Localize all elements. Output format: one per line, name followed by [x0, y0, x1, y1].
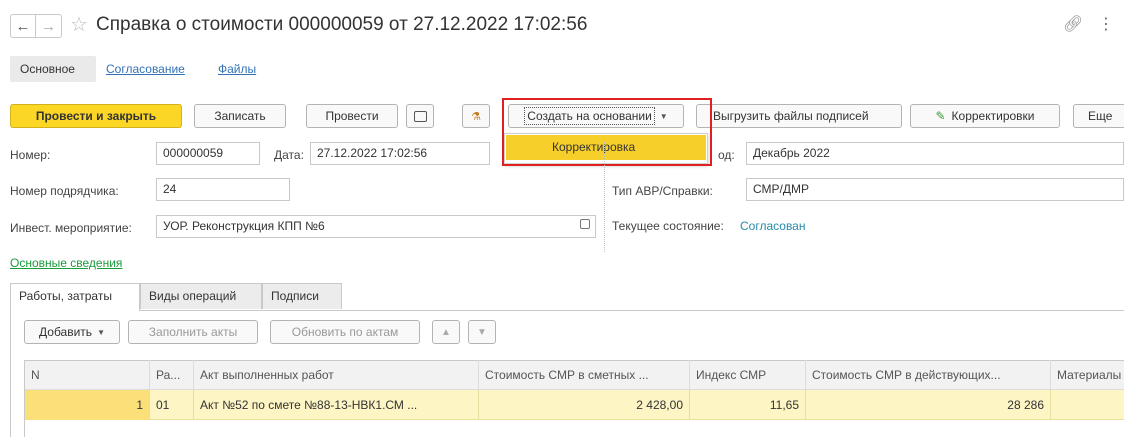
contractor-number-label: Номер подрядчика: — [10, 184, 119, 198]
cell-n[interactable]: 1 — [25, 390, 150, 420]
post-and-close-button[interactable]: Провести и закрыть — [10, 104, 182, 128]
basic-info-link[interactable]: Основные сведения — [10, 256, 122, 270]
forward-button[interactable]: → — [36, 14, 62, 38]
post-button[interactable]: Провести — [306, 104, 398, 128]
column-header-cost-estimate[interactable]: Стоимость СМР в сметных ... — [479, 360, 690, 390]
export-signatures-label: Выгрузить файлы подписей — [713, 109, 869, 123]
tab-works-costs[interactable]: Работы, затраты — [10, 283, 140, 311]
state-value[interactable]: Согласован — [740, 219, 805, 233]
back-button[interactable]: ← — [10, 14, 36, 38]
corrections-label: Корректировки — [951, 109, 1035, 123]
cell-materials[interactable] — [1051, 390, 1124, 420]
number-field[interactable]: 000000059 — [156, 142, 260, 165]
more-button[interactable]: Еще — [1073, 104, 1124, 128]
number-label: Номер: — [10, 148, 51, 162]
chevron-down-icon: ▼ — [97, 327, 105, 337]
tab-operation-types[interactable]: Виды операций — [140, 283, 262, 309]
contractor-number-field[interactable]: 24 — [156, 178, 290, 201]
section-tab-main-label: Основное — [20, 62, 75, 76]
invest-event-label: Инвест. мероприятие: — [10, 221, 132, 235]
comment-button[interactable] — [406, 104, 434, 128]
date-field[interactable]: 27.12.2022 17:02:56 — [310, 142, 490, 165]
speech-bubble-icon — [413, 110, 427, 122]
page-title: Справка о стоимости 000000059 от 27.12.2… — [96, 14, 588, 35]
highlight-box — [502, 98, 712, 166]
form-divider — [604, 142, 605, 252]
hierarchy-icon: ⚗ — [471, 110, 481, 123]
more-label: Еще — [1088, 109, 1113, 123]
arrow-up-icon: ▲ — [441, 326, 451, 338]
arrow-left-icon: ← — [15, 17, 31, 35]
period-field[interactable]: Декабрь 2022 — [746, 142, 1124, 165]
column-header-act[interactable]: Акт выполненных работ — [194, 360, 479, 390]
cell-section[interactable]: 01 — [150, 390, 194, 420]
invest-event-field[interactable]: УОР. Реконструкция КПП №6 — [156, 215, 596, 238]
column-header-n[interactable]: N — [25, 360, 150, 390]
section-tab-approval[interactable]: Согласование — [106, 62, 185, 76]
corrections-button[interactable]: ✎ Корректировки — [910, 104, 1060, 128]
save-button[interactable]: Записать — [194, 104, 286, 128]
section-tab-files[interactable]: Файлы — [218, 62, 256, 76]
type-field[interactable]: СМР/ДМР — [746, 178, 1124, 201]
more-menu-icon[interactable]: ⋮ — [1098, 14, 1114, 34]
cell-act[interactable]: Акт №52 по смете №88-13-НВК1.СМ ... — [194, 390, 479, 420]
period-label: од: — [718, 148, 735, 162]
export-signatures-button[interactable]: Выгрузить файлы подписей — [696, 104, 902, 128]
move-down-button[interactable]: ▼ — [468, 320, 496, 344]
column-header-materials[interactable]: Материалы — [1051, 360, 1124, 390]
arrow-right-icon: → — [41, 17, 56, 35]
arrow-down-icon: ▼ — [477, 326, 487, 338]
column-header-cost-current[interactable]: Стоимость СМР в действующих... — [806, 360, 1051, 390]
link-icon[interactable]: 🔗︎ — [1063, 14, 1083, 34]
invest-event-value: УОР. Реконструкция КПП №6 — [163, 219, 325, 233]
cell-index[interactable]: 11,65 — [690, 390, 806, 420]
add-button[interactable]: Добавить ▼ — [24, 320, 120, 344]
date-label: Дата: — [274, 148, 304, 162]
pencil-icon: ✎ — [935, 109, 946, 123]
type-label: Тип АВР/Справки: — [612, 184, 713, 198]
cell-cost-estimate[interactable]: 2 428,00 — [479, 390, 690, 420]
state-label: Текущее состояние: — [612, 219, 724, 233]
refresh-acts-button[interactable]: Обновить по актам — [270, 320, 420, 344]
move-up-button[interactable]: ▲ — [432, 320, 460, 344]
tab-signatures[interactable]: Подписи — [262, 283, 342, 309]
column-header-index[interactable]: Индекс СМР — [690, 360, 806, 390]
add-label: Добавить — [39, 325, 93, 339]
cell-cost-current[interactable]: 28 286 — [806, 390, 1051, 420]
fill-acts-button[interactable]: Заполнить акты — [128, 320, 258, 344]
structure-button[interactable]: ⚗ — [462, 104, 490, 128]
column-header-section[interactable]: Ра... — [150, 360, 194, 390]
open-icon[interactable] — [580, 219, 590, 229]
star-icon[interactable]: ☆ — [70, 12, 88, 37]
